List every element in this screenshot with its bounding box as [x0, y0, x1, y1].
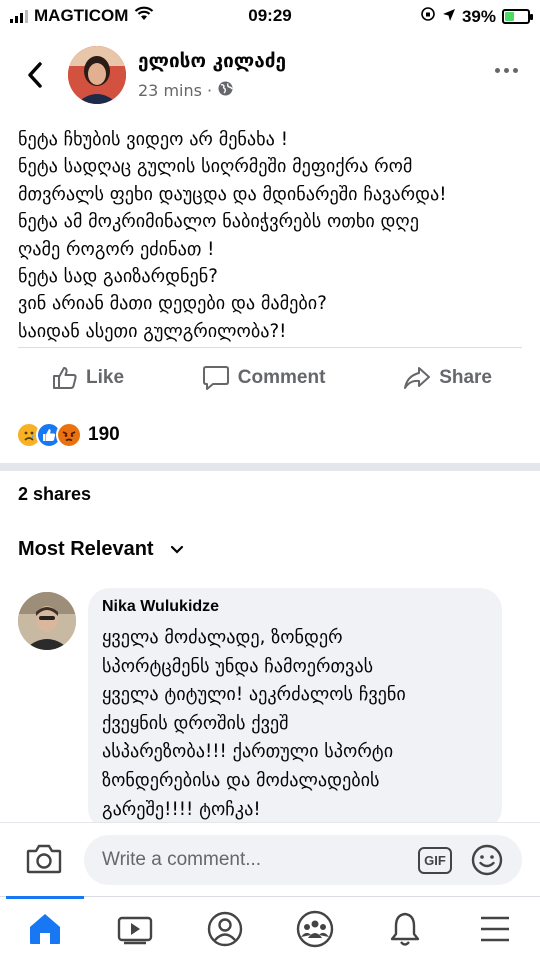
share-button[interactable]: Share [403, 366, 492, 390]
post-time[interactable]: 23 mins [138, 81, 202, 100]
comment-label: Comment [237, 367, 326, 388]
reaction-count: 190 [88, 424, 120, 445]
post-meta: 23 mins · [138, 80, 234, 101]
chevron-down-icon [170, 545, 183, 554]
emoji-button[interactable] [470, 843, 504, 881]
comment-text-line: ქვეყნის დროშის ქვეშ [102, 712, 289, 734]
nav-menu[interactable] [450, 897, 540, 961]
post-header: ელისო კილაძე 23 mins · [0, 40, 540, 110]
comment-button[interactable]: Comment [202, 365, 326, 391]
post-actions: Like Comment Share [18, 360, 522, 396]
profile-icon [207, 911, 243, 947]
meta-separator: · [206, 81, 213, 100]
battery-fill [505, 12, 514, 21]
post-text-line: ღამე როგორ ეძინათ ! [18, 238, 215, 260]
comment-text: ყველა მოძალადე, ზონდერ სპორტცმენს უნდა ჩ… [102, 624, 488, 824]
divider [18, 347, 522, 348]
battery-icon [502, 9, 533, 24]
smiley-icon [471, 844, 503, 876]
battery-percentage: 39% [461, 6, 496, 26]
orientation-lock-icon [420, 6, 436, 27]
like-label: Like [86, 367, 125, 388]
post-text-line: საიდან ასეთი გულგრილობა?! [18, 320, 287, 342]
groups-icon [296, 910, 334, 948]
comment-composer: GIF [0, 822, 540, 896]
section-divider [0, 463, 540, 471]
location-arrow-icon [442, 7, 456, 27]
more-options-button[interactable] [495, 68, 518, 73]
post-text: ნეტა ჩხუბის ვიდეო არ მენახა ! ნეტა სადღა… [18, 126, 528, 345]
nav-notifications[interactable] [360, 897, 450, 961]
commenter-avatar[interactable] [18, 592, 76, 650]
post-text-line: ნეტა სად გაიზარდნენ? [18, 266, 218, 288]
author-name[interactable]: ელისო კილაძე [138, 50, 286, 72]
comment-sort-dropdown[interactable]: Most Relevant [18, 538, 184, 561]
globe-icon [217, 80, 234, 101]
comment-text-line: სპორტცმენს უნდა ჩამოერთვას [102, 655, 374, 677]
post-text-line: ნეტა ჩხუბის ვიდეო არ მენახა ! [18, 129, 288, 150]
menu-icon [481, 916, 509, 942]
comment-text-line: ყველა მოძალადე, ზონდერ [102, 627, 343, 648]
comment-text-line: ზონდერებისა და მოძალადების [102, 769, 380, 791]
comment-text-line: გარეშე!!!! ტოჩკა! [102, 798, 261, 820]
notifications-icon [390, 912, 420, 946]
post-text-line: ნეტა სადღაც გულის სიღრმეში მეფიქრა რომ [18, 156, 413, 178]
thumbs-up-icon [53, 367, 77, 389]
shares-count[interactable]: 2 shares [18, 484, 91, 505]
camera-icon [26, 844, 62, 874]
nav-watch[interactable] [90, 897, 180, 961]
author-avatar[interactable] [68, 46, 126, 104]
home-icon [30, 914, 60, 944]
gif-button[interactable]: GIF [418, 847, 452, 874]
nav-groups[interactable] [270, 897, 360, 961]
bottom-nav [0, 896, 540, 961]
comment-input[interactable] [84, 835, 522, 885]
comment-text-line: ყველა ტიტული! აეკრძალოს ჩვენი [102, 684, 406, 706]
comment-author[interactable]: Nika Wulukidze [102, 598, 488, 616]
angry-reaction-icon [56, 422, 82, 448]
reactions-summary[interactable]: 190 [16, 422, 120, 448]
sort-label: Most Relevant [18, 538, 154, 560]
post-text-line: ვინ არიან მათი დედები და მამები? [18, 293, 327, 315]
comment-bubble: Nika Wulukidze ყველა მოძალადე, ზონდერ სპ… [88, 588, 502, 830]
status-right: 39% [420, 6, 533, 27]
nav-home[interactable] [0, 896, 90, 961]
status-bar: MAGTICOM 09:29 39% [0, 0, 540, 34]
post-text-line: მთვრალს ფეხი დაუცდა და მდინარეში ჩავარდა… [18, 183, 447, 205]
comment-text-line: ასპარეზობა!!! ქართული სპორტი [102, 741, 394, 763]
post-text-line: ნეტა ამ მოკრიმინალო ნაბიჭვრებს ოთხი დღე [18, 211, 419, 233]
watch-icon [117, 916, 153, 945]
speech-bubble-icon [202, 366, 229, 390]
share-label: Share [439, 367, 492, 388]
chevron-left-icon [28, 62, 42, 88]
share-arrow-icon [404, 367, 431, 389]
camera-button[interactable] [26, 843, 62, 879]
like-button[interactable]: Like [52, 366, 124, 390]
nav-profile[interactable] [180, 897, 270, 961]
back-button[interactable] [20, 58, 50, 92]
